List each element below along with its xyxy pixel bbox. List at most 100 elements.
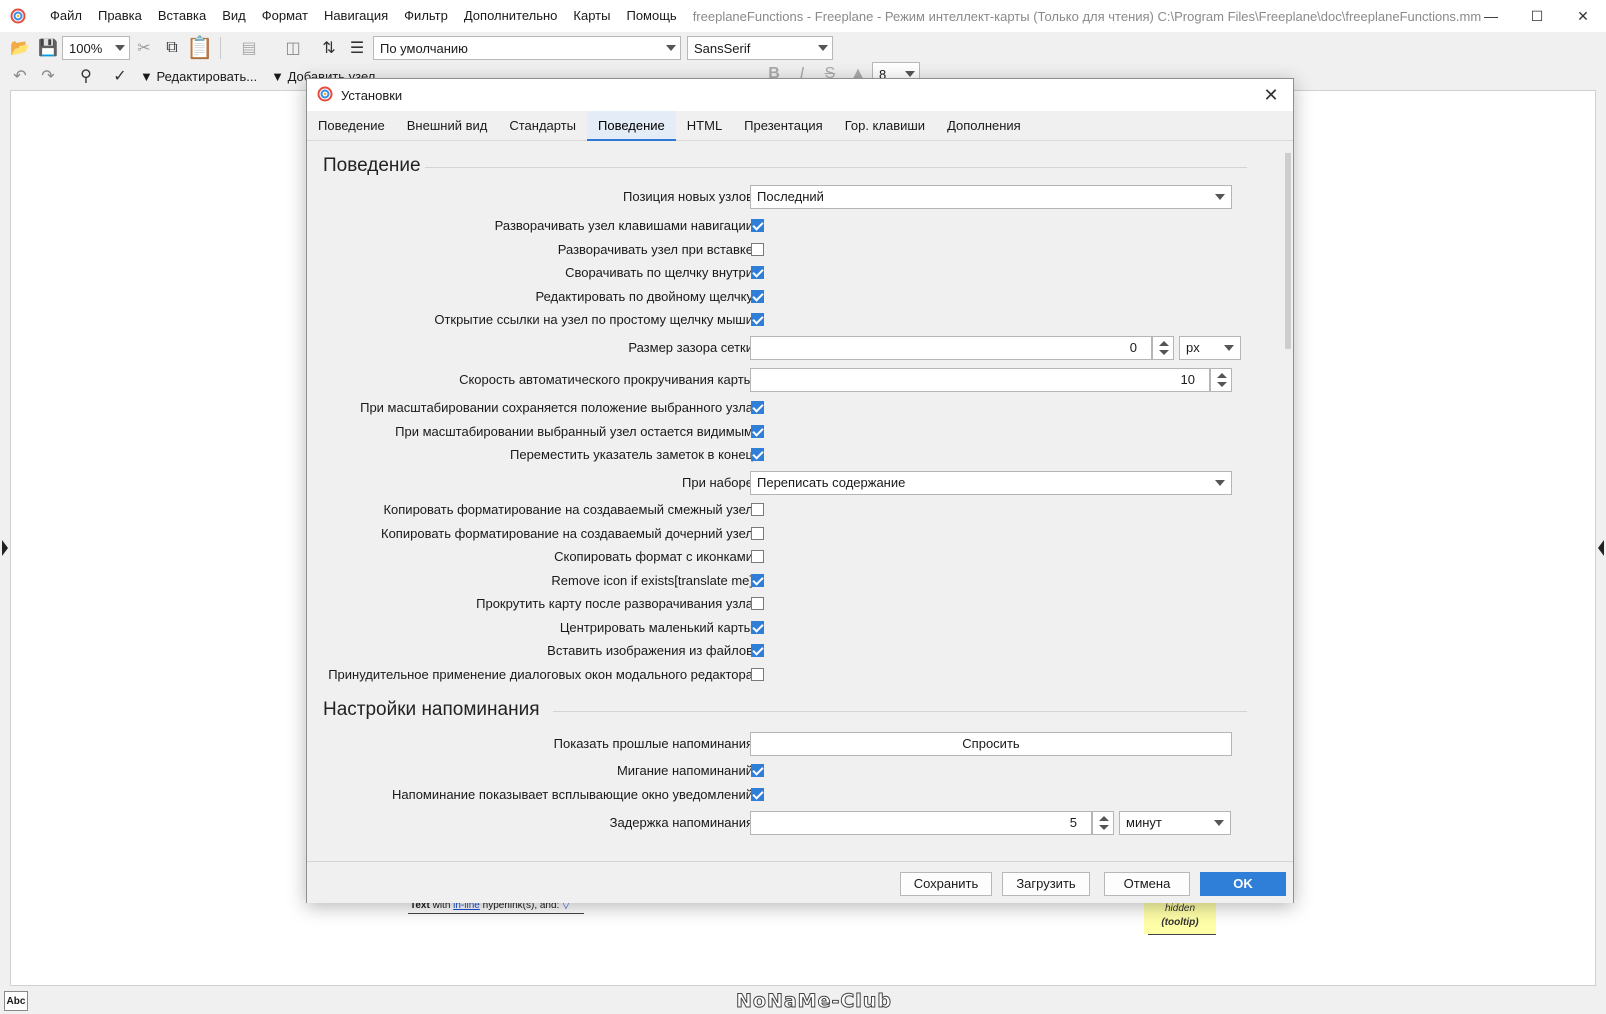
checkbox[interactable] bbox=[751, 424, 764, 438]
tab[interactable]: Стандарты bbox=[498, 111, 587, 140]
tab[interactable]: Гор. клавиши bbox=[834, 111, 936, 140]
save-icon[interactable]: 💾 bbox=[36, 36, 60, 60]
grid-gap-input[interactable]: 0 bbox=[750, 336, 1152, 360]
checkbox-label: Копировать форматирование на создаваемый… bbox=[381, 525, 753, 541]
checkbox[interactable] bbox=[751, 526, 764, 540]
checkbox-label: Вставить изображения из файлов bbox=[547, 643, 753, 658]
checkbox[interactable] bbox=[751, 266, 764, 279]
menu-item[interactable]: Карты bbox=[565, 0, 618, 32]
checkbox[interactable] bbox=[751, 644, 764, 657]
checkbox[interactable] bbox=[751, 550, 764, 563]
scrollbar[interactable] bbox=[1283, 143, 1293, 861]
minimize-button[interactable]: — bbox=[1468, 0, 1514, 32]
menu-item[interactable]: Помощь bbox=[618, 0, 684, 32]
checkbox[interactable] bbox=[751, 573, 764, 587]
checkbox[interactable] bbox=[751, 219, 764, 232]
load-button[interactable]: Загрузить bbox=[1002, 872, 1090, 896]
zoom-combo[interactable]: 100% bbox=[62, 36, 130, 60]
style-value: По умолчанию bbox=[380, 40, 468, 56]
checkbox-label: Разворачивать узел при вставке bbox=[557, 241, 753, 257]
unfold-icon[interactable]: ☰ bbox=[345, 36, 369, 60]
save-button[interactable]: Сохранить bbox=[900, 872, 992, 896]
checkbox[interactable] bbox=[751, 401, 764, 414]
sticky-line-2: (tooltip) bbox=[1161, 917, 1199, 928]
tab[interactable]: Дополнения bbox=[936, 111, 1032, 140]
sticky-note[interactable]: hidden (tooltip) bbox=[1144, 898, 1216, 934]
menu-item[interactable]: Вид bbox=[214, 0, 254, 32]
new-node-position-select[interactable]: Последний bbox=[750, 185, 1232, 209]
scroll-speed-stepper[interactable] bbox=[1210, 368, 1232, 392]
add-child-icon[interactable]: ◫ bbox=[273, 36, 313, 60]
copy-icon[interactable]: ⧉ bbox=[160, 36, 184, 60]
menu-item[interactable]: Вставка bbox=[150, 0, 214, 32]
scrollbar-thumb[interactable] bbox=[1285, 153, 1291, 349]
redo-icon[interactable]: ↷ bbox=[36, 64, 60, 88]
preferences-dialog: Установки ✕ Поведение Внешний вид Стандарт… bbox=[306, 78, 1294, 903]
tab[interactable]: Внешний вид bbox=[396, 111, 499, 140]
scroll-speed-label: Скорость автоматического прокручивания к… bbox=[459, 372, 753, 387]
typing-label: При наборе bbox=[682, 475, 753, 490]
reminder-delay-unit-select[interactable]: минут bbox=[1119, 811, 1231, 835]
checkbox-label: Remove icon if exists[translate me] bbox=[551, 572, 753, 588]
checkbox-label: Прокрутить карту после разворачивания уз… bbox=[476, 596, 753, 611]
menu-item[interactable]: Правка bbox=[90, 0, 150, 32]
font-combo[interactable]: SansSerif bbox=[687, 36, 833, 60]
grid-gap-unit-value: px bbox=[1186, 340, 1200, 355]
scroll-speed-input[interactable]: 10 bbox=[750, 368, 1210, 392]
fold-icon[interactable]: ⇅ bbox=[317, 36, 341, 60]
reminder-delay-label: Задержка напоминания bbox=[609, 815, 753, 830]
tab[interactable]: HTML bbox=[676, 111, 733, 140]
menu-item[interactable]: Фильтр bbox=[396, 0, 456, 32]
checkbox[interactable] bbox=[751, 242, 764, 256]
spellcheck-indicator[interactable]: Abc bbox=[4, 991, 28, 1011]
checkbox[interactable] bbox=[751, 289, 764, 303]
collapse-right-arrow-icon[interactable] bbox=[1598, 540, 1604, 556]
menu-item[interactable]: Дополнительно bbox=[456, 0, 566, 32]
brush-icon[interactable]: ✓ bbox=[108, 64, 132, 88]
tab[interactable]: Поведение bbox=[307, 111, 396, 140]
menu-item[interactable]: Формат bbox=[254, 0, 316, 32]
checkbox[interactable] bbox=[751, 620, 764, 634]
ok-button[interactable]: OK bbox=[1200, 872, 1286, 896]
search-icon[interactable]: ⚲ bbox=[74, 64, 98, 88]
checkbox-label: Центрировать маленький карты bbox=[559, 619, 753, 635]
checkbox-label: При масштабировании выбранный узел остае… bbox=[395, 423, 753, 439]
tab[interactable]: Презентация bbox=[733, 111, 834, 140]
past-reminders-button[interactable]: Спросить bbox=[750, 732, 1232, 756]
undo-icon[interactable]: ↶ bbox=[8, 64, 32, 88]
maximize-button[interactable]: ☐ bbox=[1514, 0, 1560, 32]
checkbox[interactable] bbox=[751, 667, 764, 681]
checkbox-label: Переместить указатель заметок в конец bbox=[510, 447, 753, 462]
window-title: freeplaneFunctions - Freeplane - Режим и… bbox=[692, 8, 1482, 24]
checkbox-label: Разворачивать узел клавишами навигации bbox=[494, 218, 753, 233]
checkbox[interactable] bbox=[751, 597, 764, 610]
collapse-left-arrow-icon[interactable] bbox=[2, 540, 8, 556]
typing-select[interactable]: Переписать содержание bbox=[750, 471, 1232, 495]
grid-gap-stepper[interactable] bbox=[1152, 336, 1174, 360]
checkbox[interactable] bbox=[751, 503, 764, 516]
grid-gap-unit-select[interactable]: px bbox=[1179, 336, 1241, 360]
section-reminders-title: Настройки напоминания bbox=[323, 699, 540, 720]
checkbox[interactable] bbox=[751, 448, 764, 461]
open-folder-icon[interactable]: 📂 bbox=[8, 36, 32, 60]
preferences-content[interactable]: Поведение Позиция новых узлов Последний … bbox=[309, 143, 1293, 861]
add-node-icon[interactable]: ▤ bbox=[229, 36, 269, 60]
past-reminders-label: Показать прошлые напоминания bbox=[553, 736, 753, 751]
paste-icon[interactable]: 📋 bbox=[186, 35, 213, 60]
close-icon[interactable]: ✕ bbox=[1257, 83, 1285, 107]
style-combo[interactable]: По умолчанию bbox=[373, 36, 681, 60]
reminder-delay-stepper[interactable] bbox=[1092, 811, 1114, 835]
typing-value: Переписать содержание bbox=[757, 475, 906, 490]
cut-icon[interactable]: ✂ bbox=[132, 36, 156, 60]
menu-item[interactable]: Файл bbox=[42, 0, 90, 32]
reminder-delay-input[interactable]: 5 bbox=[750, 811, 1092, 835]
menu-item[interactable]: Навигация bbox=[316, 0, 396, 32]
zoom-value: 100% bbox=[69, 40, 103, 56]
checkbox[interactable] bbox=[751, 313, 764, 326]
close-window-button[interactable]: ✕ bbox=[1560, 0, 1606, 32]
checkbox[interactable] bbox=[751, 787, 764, 801]
tab[interactable]: Поведение bbox=[587, 111, 676, 141]
edit-menu-button[interactable]: ▼ Редактировать... bbox=[140, 69, 257, 84]
checkbox[interactable] bbox=[751, 764, 764, 777]
cancel-button[interactable]: Отмена bbox=[1104, 872, 1190, 896]
